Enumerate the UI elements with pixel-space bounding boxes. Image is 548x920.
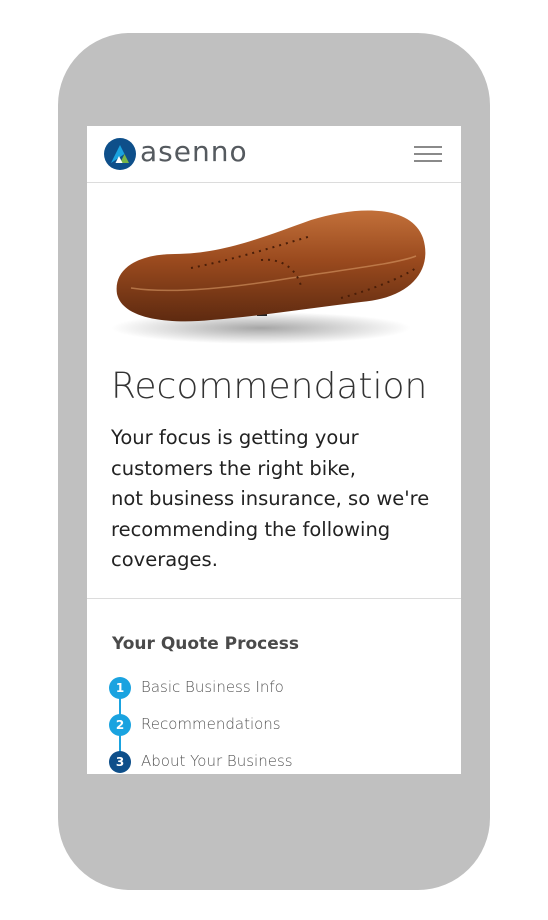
step-number-badge: 2 [109,714,131,736]
quote-process-title: Your Quote Process [112,634,300,654]
section-divider [87,598,461,599]
phone-screen: asenno Recommendation Your focus is gett… [87,126,461,774]
step-label: About Your Business [141,752,293,770]
brand-name[interactable]: asenno [140,135,248,168]
page-title: Recommendation [111,366,428,407]
step-label: Basic Business Info [141,678,284,696]
asenno-logo-icon[interactable] [103,137,137,171]
description-line: Your focus is getting your [111,426,359,449]
step-label: Recommendations [141,715,281,733]
step-number-badge: 3 [109,751,131,773]
description-line: not business insurance, so we're [111,487,430,510]
step-number-badge: 1 [109,677,131,699]
recommendation-description: Your focus is getting your customers the… [111,423,451,576]
description-line: coverages. [111,548,218,571]
site-header: asenno [87,126,461,183]
description-line: recommending the following [111,517,391,541]
hero-image-bike-saddle [111,210,426,344]
hamburger-menu-icon[interactable] [414,145,443,163]
description-line: customers the right bike, [111,456,356,480]
